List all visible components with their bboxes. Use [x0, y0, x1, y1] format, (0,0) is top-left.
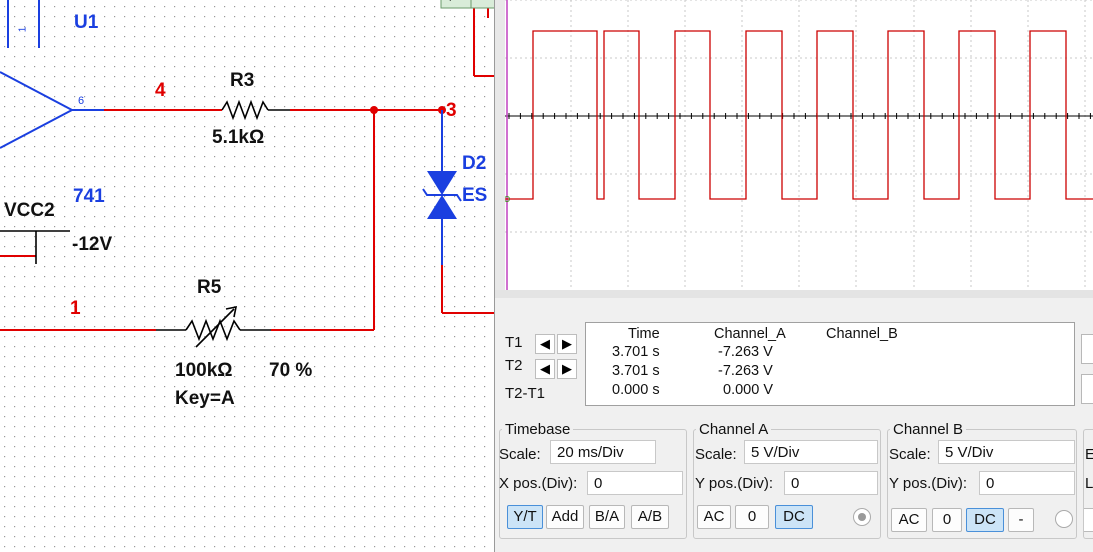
channel-b-dc-button[interactable]: DC	[966, 508, 1004, 532]
channel-a-zero-button[interactable]: 0	[735, 505, 769, 529]
pin-number-label: 1	[17, 26, 29, 33]
mode-ba-button[interactable]: B/A	[589, 505, 625, 529]
scope-display[interactable]	[505, 0, 1093, 290]
cursor-diff-label: T2-T1	[505, 385, 546, 402]
readout-header-channel-a: Channel_A	[714, 326, 786, 342]
opamp-pin-label: 6	[78, 95, 85, 107]
node-3-label: 3	[446, 100, 457, 121]
scope-screen-border	[495, 0, 505, 290]
vcc2-value-label: -12V	[72, 234, 113, 255]
channel-b-ac-button[interactable]: AC	[891, 508, 927, 532]
trigger-level-label: L	[1085, 475, 1093, 492]
r5-value-label: 100kΩ	[175, 360, 233, 381]
channel-a-y-pos-field[interactable]: 0	[784, 471, 878, 495]
channel-a-radio-toggle[interactable]	[853, 508, 871, 526]
channel-b-y-pos-label: Y pos.(Div):	[889, 475, 968, 492]
cursor-t2-label: T2	[505, 357, 523, 374]
terminal-plus-label: +	[447, 0, 453, 5]
readout-header-channel-b: Channel_B	[826, 326, 898, 342]
channel-b-y-pos-field[interactable]: 0	[979, 471, 1075, 495]
t1-right-arrow-icon[interactable]: ▶	[557, 334, 577, 354]
r3-value-label: 5.1kΩ	[212, 127, 265, 148]
scope-grid	[505, 0, 1093, 290]
junction-dot	[370, 106, 378, 114]
timebase-title: Timebase	[502, 421, 574, 438]
channel-a-y-pos-label: Y pos.(Div):	[695, 475, 774, 492]
u1-label: U1	[74, 12, 99, 33]
channel-b-radio-toggle[interactable]	[1055, 510, 1073, 528]
cursor-t1-label: T1	[505, 334, 523, 351]
scope-controls-panel: T1 ◀ ▶ T2 ◀ ▶ T2-T1 Time Channel_A Chann…	[495, 298, 1093, 552]
trigger-edge-label: E	[1085, 446, 1093, 463]
readout-t1-channel-a: -7.263 V	[718, 344, 773, 360]
d2-model-label: ES	[462, 185, 488, 206]
cursor-readout-table: Time Channel_A Channel_B 3.701 s -7.263 …	[585, 322, 1075, 406]
timebase-scale-field[interactable]: 20 ms/Div	[550, 440, 656, 464]
channel-a-ac-button[interactable]: AC	[697, 505, 731, 529]
x-pos-label: X pos.(Div):	[499, 475, 578, 492]
timebase-scale-label: Scale:	[499, 446, 541, 463]
r5-name-label: R5	[197, 277, 222, 298]
t2-left-arrow-icon[interactable]: ◀	[535, 359, 555, 379]
channel-a-scale-field[interactable]: 5 V/Div	[744, 440, 878, 464]
channel-b-minus-button[interactable]: -	[1008, 508, 1034, 532]
reverse-button[interactable]	[1081, 334, 1093, 364]
terminal-minus-label: −	[478, 0, 484, 5]
channel-b-title: Channel B	[890, 421, 967, 438]
t2-right-arrow-icon[interactable]: ▶	[557, 359, 577, 379]
r3-name-label: R3	[230, 70, 255, 91]
node-1-label: 1	[70, 298, 81, 319]
node-4-label: 4	[155, 80, 166, 101]
panel-splitter[interactable]	[495, 290, 1093, 310]
save-button[interactable]	[1081, 374, 1093, 404]
d2-name-label: D2	[462, 153, 487, 174]
channel-b-scale-label: Scale:	[889, 446, 931, 463]
r5-key-label: Key=A	[175, 388, 235, 409]
readout-t2-channel-a: -7.263 V	[718, 363, 773, 379]
channel-b-scale-field[interactable]: 5 V/Div	[938, 440, 1075, 464]
readout-t1-time: 3.701 s	[612, 344, 660, 360]
vcc2-name-label: VCC2	[4, 200, 55, 221]
channel-a-scale-label: Scale:	[695, 446, 737, 463]
mode-yt-button[interactable]: Y/T	[507, 505, 543, 529]
readout-diff-channel-a: 0.000 V	[723, 382, 773, 398]
channel-a-title: Channel A	[696, 421, 772, 438]
t1-left-arrow-icon[interactable]: ◀	[535, 334, 555, 354]
channel-b-zero-button[interactable]: 0	[932, 508, 962, 532]
oscilloscope-window: T1 ◀ ▶ T2 ◀ ▶ T2-T1 Time Channel_A Chann…	[494, 0, 1093, 552]
readout-diff-time: 0.000 s	[612, 382, 660, 398]
channel-a-dc-button[interactable]: DC	[775, 505, 813, 529]
x-pos-field[interactable]: 0	[587, 471, 683, 495]
r5-percent-label: 70 %	[269, 360, 313, 381]
readout-header-time: Time	[628, 326, 660, 342]
mode-add-button[interactable]: Add	[546, 505, 584, 529]
readout-t2-time: 3.701 s	[612, 363, 660, 379]
opamp-model-label: 741	[73, 186, 105, 207]
mode-ab-button[interactable]: A/B	[631, 505, 669, 529]
